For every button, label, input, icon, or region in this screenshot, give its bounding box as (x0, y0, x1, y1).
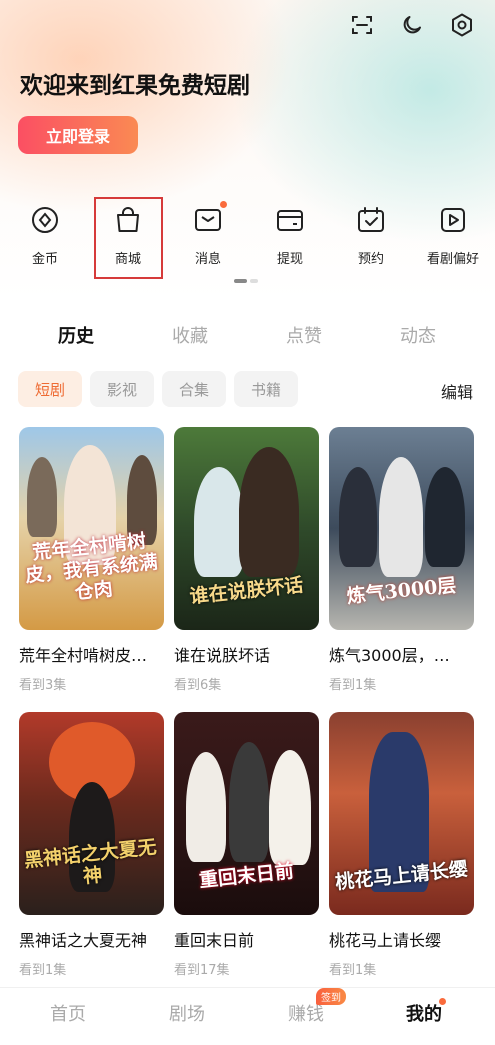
quick-action-label: 提现 (276, 252, 303, 267)
drama-title: 谁在说朕坏话 (174, 646, 271, 665)
watch-progress: 看到3集 (19, 678, 67, 693)
poster-title: 重回末日前 (198, 860, 295, 892)
notification-dot (220, 201, 227, 208)
notification-dot (439, 998, 446, 1005)
moon-icon[interactable] (397, 10, 427, 40)
coin-icon (29, 204, 61, 236)
watch-progress: 看到17集 (174, 963, 230, 978)
history-tabs: 历史 收藏 点赞 动态 (0, 322, 495, 352)
quick-action-label: 看剧偏好 (426, 252, 479, 267)
nav-earn[interactable]: 赚钱 签到 (266, 988, 346, 1026)
drama-poster[interactable]: 黑神话之大夏无神 (19, 712, 164, 915)
quick-action-reserve[interactable]: 预约 (336, 198, 406, 278)
watch-progress: 看到6集 (174, 678, 222, 693)
filter-collection[interactable]: 合集 (162, 371, 227, 407)
drama-title: 炼气3000层，… (329, 646, 450, 665)
highlight-box (94, 197, 163, 279)
page-indicator (234, 279, 260, 283)
drama-title: 荒年全村啃树皮… (19, 646, 148, 665)
quick-action-preference[interactable]: 看剧偏好 (418, 198, 488, 278)
message-icon (192, 201, 227, 236)
drama-title: 黑神话之大夏无神 (19, 931, 148, 950)
tab-activity[interactable]: 动态 (378, 322, 458, 348)
quick-action-label: 消息 (194, 252, 221, 267)
quick-action-label: 金币 (31, 252, 58, 267)
poster-title: 谁在说朕坏话 (188, 574, 305, 608)
quick-action-withdraw[interactable]: 提现 (255, 198, 325, 278)
welcome-title: 欢迎来到红果免费短剧 (20, 73, 250, 99)
filter-film-tv[interactable]: 影视 (90, 371, 155, 407)
poster-title: 荒年全村啃树皮，我有系统满仓肉 (24, 530, 159, 604)
drama-card[interactable]: 重回末日前 重回末日前 看到17集 (174, 712, 319, 978)
drama-card[interactable]: 炼气3000层 炼气3000层，… 看到1集 (329, 427, 474, 693)
poster-title: 炼气3000层 (345, 574, 458, 608)
nav-home[interactable]: 首页 (28, 1000, 108, 1026)
quick-action-coin[interactable]: 金币 (10, 198, 80, 278)
drama-card[interactable]: 谁在说朕坏话 谁在说朕坏话 看到6集 (174, 427, 319, 693)
nav-mine[interactable]: 我的 (384, 998, 464, 1026)
drama-poster[interactable]: 重回末日前 (174, 712, 319, 915)
tab-favorites[interactable]: 收藏 (150, 322, 230, 348)
tab-likes[interactable]: 点赞 (264, 322, 344, 348)
drama-card[interactable]: 荒年全村啃树皮，我有系统满仓肉 荒年全村啃树皮… 看到3集 (19, 427, 164, 693)
drama-poster[interactable]: 桃花马上请长缨 (329, 712, 474, 915)
drama-title: 重回末日前 (174, 931, 255, 950)
drama-poster[interactable]: 炼气3000层 (329, 427, 474, 630)
poster-title: 黑神话之大夏无神 (23, 836, 158, 888)
quick-action-label: 预约 (357, 252, 384, 267)
drama-card[interactable]: 黑神话之大夏无神 黑神话之大夏无神 看到1集 (19, 712, 164, 978)
quick-action-message[interactable]: 消息 (173, 198, 243, 278)
filter-chips: 短剧 影视 合集 书籍 (18, 371, 299, 407)
watch-progress: 看到1集 (329, 963, 377, 978)
login-button[interactable]: 立即登录 (18, 116, 138, 154)
drama-poster[interactable]: 谁在说朕坏话 (174, 427, 319, 630)
quick-actions: 金币 商城 消息 提现 预约 看剧偏好 (0, 198, 495, 278)
watch-progress: 看到1集 (19, 963, 67, 978)
wallet-icon (274, 204, 306, 236)
bottom-nav: 首页 剧场 赚钱 签到 我的 (0, 987, 495, 1045)
calendar-check-icon (355, 204, 387, 236)
play-preference-icon (437, 204, 469, 236)
tab-history[interactable]: 历史 (36, 322, 116, 348)
edit-button[interactable]: 编辑 (441, 379, 473, 403)
scan-icon[interactable] (347, 10, 377, 40)
nav-mine-label: 我的 (406, 1004, 442, 1025)
drama-card[interactable]: 桃花马上请长缨 桃花马上请长缨 看到1集 (329, 712, 474, 978)
settings-hex-icon[interactable] (447, 10, 477, 40)
top-toolbar (347, 10, 477, 40)
drama-poster[interactable]: 荒年全村啃树皮，我有系统满仓肉 (19, 427, 164, 630)
watch-progress: 看到1集 (329, 678, 377, 693)
filter-books[interactable]: 书籍 (234, 371, 299, 407)
drama-title: 桃花马上请长缨 (329, 931, 442, 950)
nav-earn-label: 赚钱 (288, 1004, 324, 1025)
nav-theater[interactable]: 剧场 (147, 1000, 227, 1026)
checkin-badge: 签到 (316, 988, 346, 1005)
filter-short-drama[interactable]: 短剧 (18, 371, 83, 407)
